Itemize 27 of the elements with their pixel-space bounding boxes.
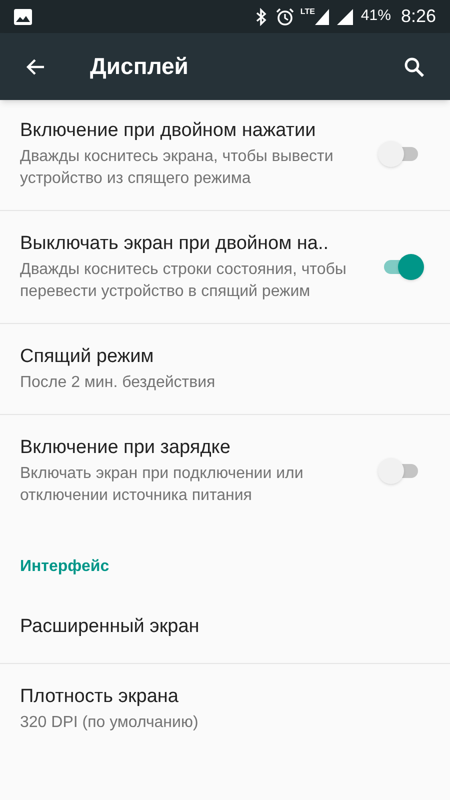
signal-icon [314,8,329,24]
setting-title: Выключать экран при двойном на.. [20,232,330,256]
screen-title: Дисплей [90,52,190,82]
settings-item[interactable]: Расширенный экран [0,591,450,664]
settings-item[interactable]: Плотность экрана 320 DPI (по умолчанию) [0,664,450,754]
setting-title: Включение при двойном нажатии [20,119,317,143]
section-header: Интерфейс [20,558,110,575]
image-notification-icon [14,8,32,24]
setting-summary: После 2 мин. бездействия [20,373,216,393]
setting-title: Спящий режим [20,345,155,369]
setting-title: Расширенный экран [20,615,200,639]
network-type-label: LTE [300,6,315,18]
settings-item[interactable]: Включение при зарядке Включать экран при подключении или отключении источника питания [0,415,450,527]
settings-item[interactable]: Спящий режим После 2 мин. бездействия [0,324,450,415]
bluetooth-icon [254,8,268,26]
battery-percent: 41% [360,6,391,26]
setting-summary: Включать экран при подключении или отключении источника питания [20,464,304,506]
settings-item[interactable]: Включение при двойном нажатии Дважды коснитесь экрана, чтобы вывести устройство из спящего режима [0,100,450,211]
clock: 8:26 [400,5,436,28]
signal-icon [336,8,353,24]
setting-title: Плотность экрана [20,685,180,709]
setting-summary: 320 DPI (по умолчанию) [20,713,200,733]
settings-item[interactable]: Выключать экран при двойном на.. Дважды коснитесь строки состояния, чтобы перевести устройство в спящий режим [0,211,450,324]
setting-summary: Дважды коснитесь экрана, чтобы вывести устройство из спящего режима [20,147,334,189]
setting-summary: Дважды коснитесь строки состояния, чтобы перевести устройство в спящий режим [20,260,348,302]
setting-title: Включение при зарядке [20,436,232,460]
alarm-icon [276,8,294,26]
